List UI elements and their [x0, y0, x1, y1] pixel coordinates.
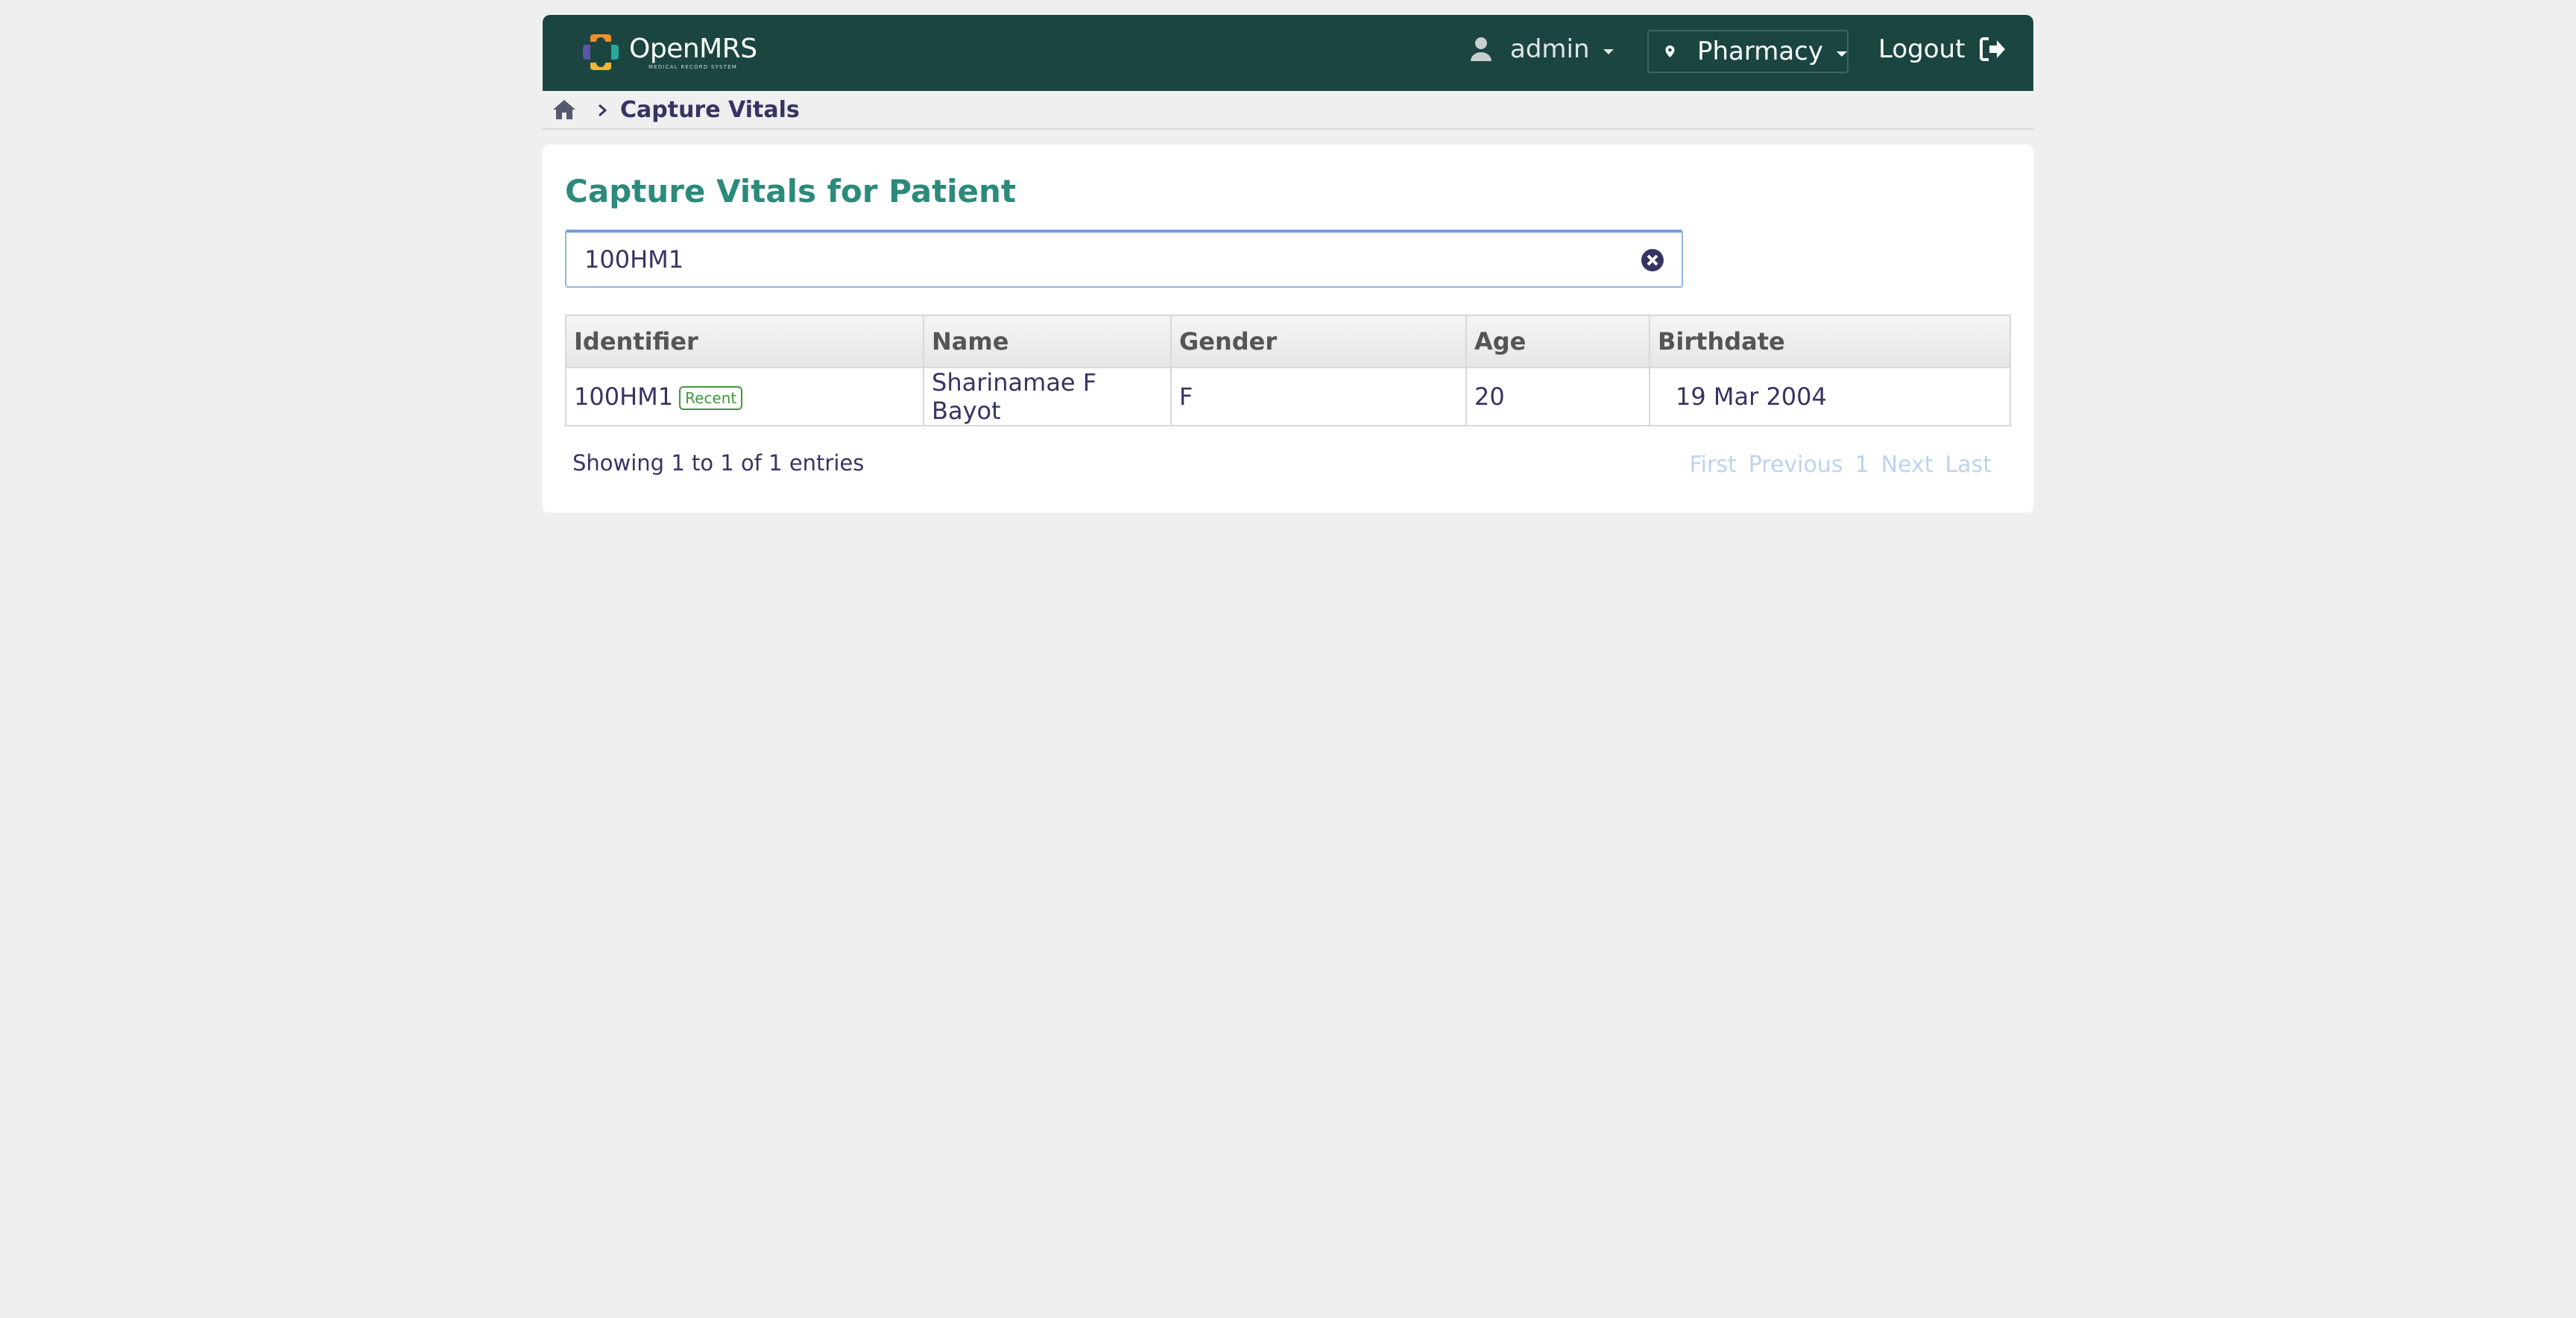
breadcrumb: Capture Vitals	[543, 91, 2033, 130]
birthdate-value: 19 Mar 2004	[1676, 382, 1827, 411]
user-icon	[1471, 37, 1491, 61]
openmrs-logo-icon	[583, 34, 619, 70]
pager-previous[interactable]: Previous	[1749, 452, 1843, 478]
chevron-down-icon	[1837, 51, 1847, 57]
column-header-identifier[interactable]: Identifier	[565, 315, 924, 368]
recent-badge: Recent	[679, 386, 743, 410]
cell-birthdate: 19 Mar 2004	[1649, 367, 2011, 426]
pager-next[interactable]: Next	[1881, 452, 1933, 478]
logout-link[interactable]: Logout	[1878, 34, 2007, 64]
column-header-name[interactable]: Name	[923, 315, 1172, 368]
cell-gender: F	[1170, 367, 1467, 426]
cell-age: 20	[1465, 367, 1650, 426]
logo-text: OpenMRS	[629, 34, 757, 64]
openmrs-logo[interactable]: OpenMRS MEDICAL RECORD SYSTEM	[580, 31, 757, 73]
table-row[interactable]: 100HM1 Recent Sharinamae F Bayot F 20 19 …	[565, 367, 2011, 426]
identifier-value: 100HM1	[574, 382, 674, 411]
table-header-row: Identifier Name Gender Age Birthdate	[565, 315, 2011, 368]
column-header-birthdate[interactable]: Birthdate	[1649, 315, 2011, 368]
patient-search-input[interactable]	[584, 245, 1613, 274]
location-menu[interactable]: Pharmacy	[1647, 30, 1849, 73]
map-marker-icon	[1665, 45, 1675, 57]
user-name: admin	[1510, 34, 1590, 64]
column-header-age[interactable]: Age	[1465, 315, 1650, 368]
logout-label: Logout	[1878, 34, 1966, 64]
cell-identifier: 100HM1 Recent	[565, 367, 924, 426]
chevron-right-icon	[599, 104, 607, 117]
top-header: OpenMRS MEDICAL RECORD SYSTEM admin Phar…	[543, 15, 2033, 91]
column-header-gender[interactable]: Gender	[1170, 315, 1467, 368]
app-container: OpenMRS MEDICAL RECORD SYSTEM admin Phar…	[543, 15, 2033, 513]
pager-first[interactable]: First	[1690, 452, 1737, 478]
chevron-down-icon	[1603, 48, 1614, 54]
entries-info: Showing 1 to 1 of 1 entries	[572, 450, 865, 476]
clear-search-icon[interactable]	[1640, 247, 1665, 273]
page-title: Capture Vitals for Patient	[565, 173, 1017, 209]
pagination: First Previous 1 Next Last	[1678, 452, 1992, 478]
main-card: Capture Vitals for Patient Identifier Na…	[543, 145, 2033, 513]
pager-last[interactable]: Last	[1945, 452, 1992, 478]
sign-out-icon	[1980, 37, 2006, 61]
cell-name: Sharinamae F Bayot	[923, 367, 1172, 426]
breadcrumb-current: Capture Vitals	[620, 97, 800, 123]
results-table: Identifier Name Gender Age Birthdate 100…	[565, 315, 2011, 426]
pager-page-1[interactable]: 1	[1855, 452, 1869, 478]
patient-search-box	[565, 230, 1683, 288]
location-name: Pharmacy	[1696, 37, 1823, 66]
logo-subtext: MEDICAL RECORD SYSTEM	[648, 64, 737, 70]
home-icon[interactable]	[552, 98, 577, 121]
user-menu[interactable]: admin	[1470, 34, 1614, 64]
